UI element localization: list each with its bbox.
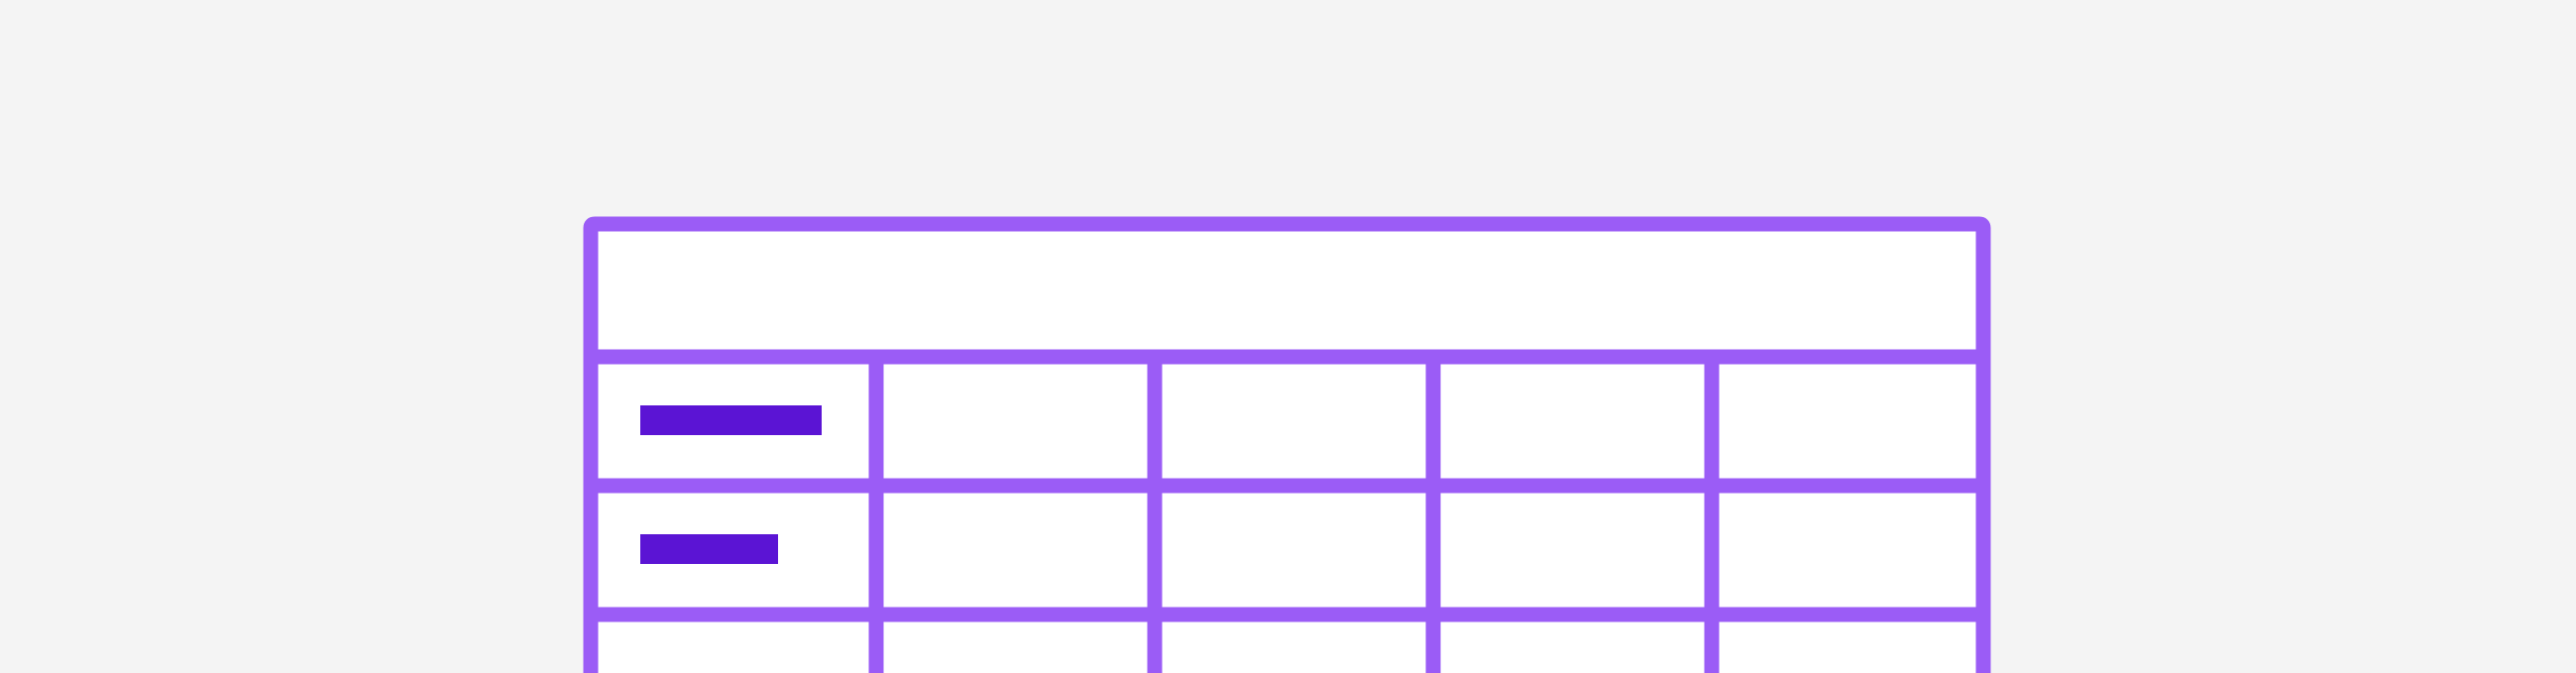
table-wireframe bbox=[583, 216, 1991, 673]
row-1-placeholder-bar bbox=[640, 405, 822, 435]
row-2-placeholder-bar bbox=[640, 534, 778, 564]
canvas bbox=[0, 0, 2576, 673]
table-body bbox=[591, 224, 1983, 673]
